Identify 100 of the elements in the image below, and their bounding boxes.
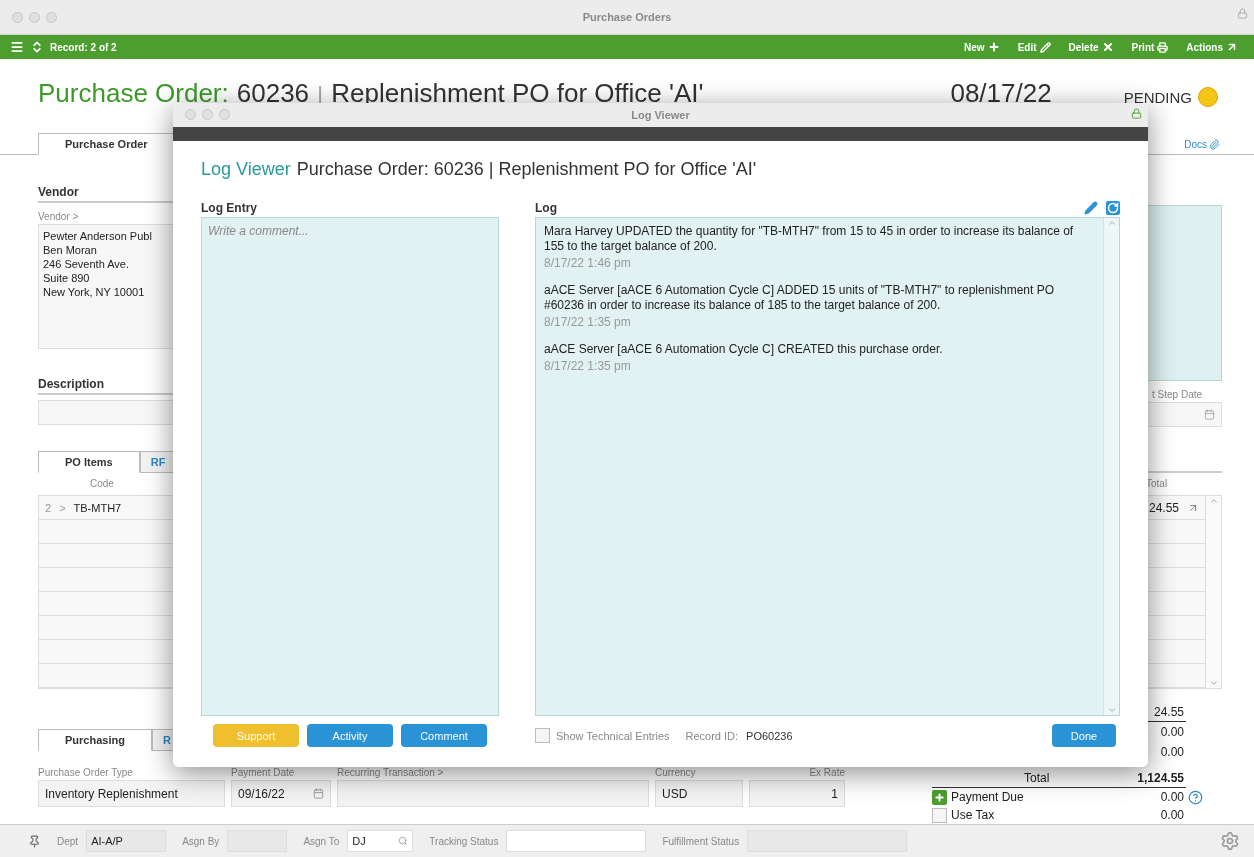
total-line-value: 0.00	[1160, 745, 1184, 759]
total-label: Total	[1024, 770, 1050, 785]
up-down-icon[interactable]	[30, 40, 44, 54]
settings-icon[interactable]	[1220, 831, 1240, 851]
scroll-bar[interactable]	[1103, 218, 1119, 715]
chevron-up-icon[interactable]	[1106, 218, 1117, 228]
form-field[interactable]: 09/16/22	[231, 780, 331, 807]
dialog-subheading: Purchase Order: 60236 | Replenishment PO for Office 'AI'	[296, 159, 757, 180]
address-line: Ben Moran	[43, 243, 97, 257]
window-title: Purchase Orders	[582, 11, 672, 23]
record-number: 60236	[236, 78, 310, 109]
item-total: 24.55	[1148, 500, 1179, 515]
use-tax-checkbox[interactable]	[932, 807, 947, 823]
toolbar-button[interactable]: Print	[1125, 41, 1175, 53]
dialog-heading: Log Viewer	[201, 159, 291, 180]
log-message: aACE Server [aACE 6 Automation Cycle C] CREATED this purchase order.	[544, 342, 944, 357]
log-message: aACE Server [aACE 6 Automation Cycle C] ADDED 15 units of "TB-MTH7" to replenishment PO #60236 in order to increase its balance of 185 to the target balance of 200.	[544, 283, 1056, 313]
dialog-button[interactable]: Comment	[401, 724, 487, 747]
log-timestamp: 8/17/22 1:35 pm	[544, 359, 632, 373]
section-tab[interactable]: Purchase Order	[38, 133, 175, 155]
address-line: 246 Seventh Ave.	[43, 257, 130, 271]
dialog-button[interactable]: Activity	[307, 724, 393, 747]
arrow-icon	[1226, 41, 1238, 53]
calendar-icon[interactable]	[313, 788, 324, 799]
toolbar-button[interactable]: Actions	[1180, 41, 1244, 53]
total-value: 1,124.55	[1137, 770, 1184, 785]
plus-icon	[934, 791, 945, 803]
comment-input[interactable]: Write a comment...	[201, 217, 499, 716]
chevron-down-icon[interactable]	[1106, 705, 1117, 715]
log-timestamp: 8/17/22 1:46 pm	[544, 256, 632, 270]
log-entry-label: Log Entry	[201, 201, 257, 215]
record-date: 08/17/22	[950, 78, 1052, 109]
search-icon[interactable]	[398, 836, 409, 846]
record-name: Replenishment PO for Office 'AI'	[331, 78, 704, 109]
menu-icon[interactable]	[10, 40, 24, 54]
plus-icon	[987, 41, 1000, 53]
field-label: Ex Rate	[808, 767, 845, 780]
close-light[interactable]	[12, 12, 23, 23]
items-tab[interactable]: PO Items	[38, 451, 140, 473]
use-tax-value: 0.00	[1160, 808, 1184, 822]
payment-due-label: Payment Due	[951, 790, 1024, 804]
record-counter: Record: 2 of 2	[50, 41, 117, 53]
dialog-title: Log Viewer	[631, 109, 690, 121]
status-dot	[1198, 87, 1218, 107]
next-step-date-label: t Step Date	[1152, 389, 1204, 402]
field-label: Payment Date	[231, 767, 296, 780]
status-field[interactable]	[506, 830, 647, 852]
chevron-up-icon[interactable]	[1208, 496, 1219, 506]
close-light[interactable]	[185, 109, 196, 120]
pencil-icon[interactable]	[1084, 201, 1098, 215]
field-label: Purchase Order Type	[38, 767, 134, 780]
field-label: Recurring Transaction >	[337, 767, 445, 780]
record-title-label: Purchase Order:	[38, 78, 229, 109]
address-line: Suite 890	[43, 271, 90, 285]
toolbar-button[interactable]: Edit	[1011, 41, 1057, 53]
status-label: Fulfillment Status	[662, 835, 740, 847]
minimize-light[interactable]	[202, 109, 213, 120]
log-timestamp: 8/17/22 1:35 pm	[544, 315, 632, 329]
address-line: Pewter Anderson Publ	[43, 229, 152, 243]
help-icon[interactable]	[1188, 789, 1203, 805]
column-header: Code	[90, 477, 114, 491]
status-text: PENDING	[1123, 89, 1192, 106]
refresh-button[interactable]	[1106, 201, 1120, 215]
status-field[interactable]: AI-A/P	[86, 830, 167, 852]
form-field[interactable]: Inventory Replenishment	[38, 780, 225, 807]
form-field[interactable]: USD	[655, 780, 743, 807]
printer-icon	[1157, 41, 1169, 53]
close-icon	[1101, 41, 1114, 53]
technical-checkbox[interactable]	[535, 728, 550, 743]
payment-due-value: 0.00	[1160, 790, 1184, 804]
done-button[interactable]: Done	[1052, 724, 1116, 747]
paperclip-icon	[1209, 139, 1220, 150]
refresh-icon	[1107, 202, 1119, 214]
chevron-down-icon[interactable]	[1208, 678, 1219, 688]
detail-tab[interactable]: Purchasing	[38, 729, 152, 751]
status-field[interactable]: DJ	[347, 830, 414, 852]
calendar-icon[interactable]	[1204, 409, 1215, 420]
zoom-light[interactable]	[46, 12, 57, 23]
log-label: Log	[535, 201, 557, 215]
lock-icon	[1237, 8, 1248, 19]
log-message: Mara Harvey UPDATED the quantity for "TB-MTH7" from 15 to 45 in order to increase its balance of 155 to the target balance of 200.	[544, 224, 1075, 254]
status-label: Tracking Status	[429, 835, 499, 847]
docs-link[interactable]: Docs	[1184, 139, 1220, 150]
pin-icon[interactable]	[28, 834, 41, 848]
minimize-light[interactable]	[29, 12, 40, 23]
record-id-label: Record ID:	[685, 729, 739, 742]
toolbar-button[interactable]: New	[958, 41, 1006, 53]
status-label: Asgn To	[303, 835, 340, 847]
vendor-label: Vendor >	[38, 211, 80, 224]
row-chevron[interactable]: >	[59, 501, 66, 514]
status-label: Asgn By	[182, 835, 220, 847]
scroll-bar[interactable]	[1205, 496, 1221, 688]
form-field[interactable]: 1	[749, 780, 845, 807]
toolbar-button[interactable]: Delete	[1062, 41, 1120, 53]
form-field[interactable]	[337, 780, 649, 807]
add-payment-button[interactable]	[932, 789, 947, 805]
address-line: New York, NY 10001	[43, 285, 145, 299]
zoom-light[interactable]	[219, 109, 230, 120]
total-line-value: 0.00	[1160, 725, 1184, 739]
status-label: Dept	[57, 835, 79, 847]
